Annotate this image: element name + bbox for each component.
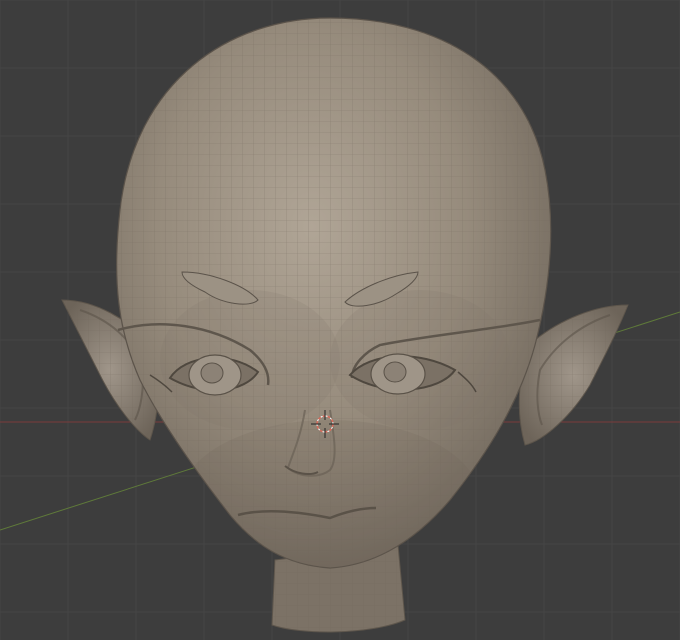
- head: [116, 17, 552, 569]
- viewport-canvas[interactable]: [0, 0, 680, 640]
- sculpt-head-mesh[interactable]: [61, 10, 629, 633]
- 3d-viewport[interactable]: [0, 0, 680, 640]
